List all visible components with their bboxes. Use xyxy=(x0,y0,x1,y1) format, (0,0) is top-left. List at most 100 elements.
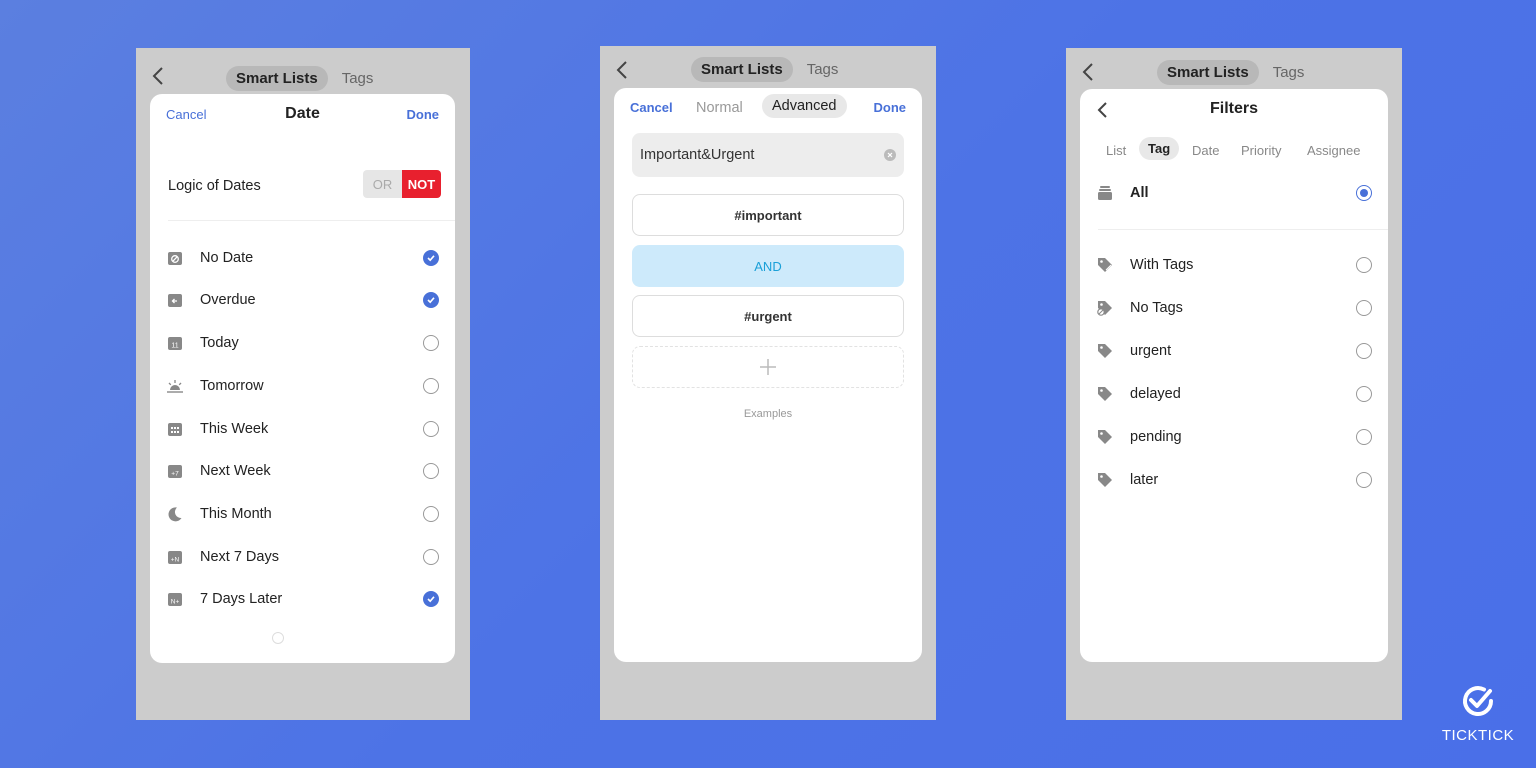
examples-link[interactable]: Examples xyxy=(614,408,922,420)
condition-important[interactable]: #important xyxy=(632,194,904,236)
list-item[interactable]: later xyxy=(1096,465,1372,495)
radio-unchecked[interactable] xyxy=(1356,472,1372,488)
top-nav: Smart Lists Tags xyxy=(600,46,936,94)
checked-icon[interactable] xyxy=(423,250,439,266)
list-item-label: All xyxy=(1130,185,1149,201)
no-tag-icon xyxy=(1096,299,1114,317)
back-chevron-icon[interactable] xyxy=(1080,62,1096,82)
name-input-value: Important&Urgent xyxy=(640,147,755,163)
list-item-all[interactable]: All xyxy=(1096,178,1372,208)
list-item[interactable]: +N Next 7 Days xyxy=(166,542,439,572)
tab-smart-lists[interactable]: Smart Lists xyxy=(691,57,793,82)
list-item[interactable]: No Tags xyxy=(1096,293,1372,323)
calendar-plus7-icon: +7 xyxy=(166,462,184,480)
condition-urgent[interactable]: #urgent xyxy=(632,295,904,337)
radio-unchecked[interactable] xyxy=(1356,429,1372,445)
list-item[interactable]: Overdue xyxy=(166,285,439,315)
radio-unchecked[interactable] xyxy=(423,421,439,437)
add-condition-button[interactable] xyxy=(632,346,904,388)
svg-text:+N: +N xyxy=(171,557,180,564)
radio-checked[interactable] xyxy=(1356,185,1372,201)
list-item-label: Next 7 Days xyxy=(200,549,279,565)
tab-list[interactable]: List xyxy=(1106,143,1126,158)
list-item-label: Next Week xyxy=(200,463,271,479)
tag-icon xyxy=(1096,385,1114,403)
logic-toggle[interactable]: OR NOT xyxy=(363,170,441,198)
ticktick-check-icon xyxy=(1463,686,1493,717)
name-input[interactable]: Important&Urgent xyxy=(632,133,904,177)
calendar-11-icon: 11 xyxy=(166,334,184,352)
radio-unchecked[interactable] xyxy=(423,549,439,565)
brand-name: TICKTICK xyxy=(1441,727,1515,744)
toggle-or[interactable]: OR xyxy=(363,170,402,198)
tab-advanced[interactable]: Advanced xyxy=(762,94,847,118)
tab-tag[interactable]: Tag xyxy=(1139,137,1180,160)
ticktick-logo: TICKTICK xyxy=(1436,680,1520,750)
list-item[interactable]: pending xyxy=(1096,422,1372,452)
tab-assignee[interactable]: Assignee xyxy=(1307,143,1360,158)
done-button[interactable]: Done xyxy=(407,107,440,122)
plus-icon xyxy=(760,359,776,375)
tab-smart-lists[interactable]: Smart Lists xyxy=(226,66,328,91)
back-chevron-icon[interactable] xyxy=(150,66,166,86)
radio-unchecked[interactable] xyxy=(1356,386,1372,402)
list-item[interactable]: This Week xyxy=(166,414,439,444)
toggle-not[interactable]: NOT xyxy=(402,170,441,198)
list-item[interactable]: N+ 7 Days Later xyxy=(166,584,439,614)
moon-icon xyxy=(166,505,184,523)
svg-text:N+: N+ xyxy=(171,599,180,606)
sheet-title: Filters xyxy=(1209,100,1258,117)
list-item-label: This Week xyxy=(200,421,269,437)
radio-unchecked[interactable] xyxy=(1356,300,1372,316)
list-item[interactable]: urgent xyxy=(1096,336,1372,366)
logic-label: Logic of Dates xyxy=(168,178,261,194)
operator-and[interactable]: AND xyxy=(632,245,904,287)
tab-smart-lists[interactable]: Smart Lists xyxy=(1157,60,1259,85)
svg-text:+7: +7 xyxy=(171,471,179,478)
list-item-label: urgent xyxy=(1130,343,1172,359)
tab-normal[interactable]: Normal xyxy=(696,100,743,116)
tab-priority[interactable]: Priority xyxy=(1241,143,1281,158)
calendar-plusN-icon: +N xyxy=(166,548,184,566)
list-item[interactable]: delayed xyxy=(1096,379,1372,409)
advanced-sheet: Cancel Normal Advanced Done Important&Ur… xyxy=(614,88,922,662)
calendar-slash-icon xyxy=(166,249,184,267)
list-item[interactable]: 11 Today xyxy=(166,328,439,358)
tab-tags[interactable]: Tags xyxy=(342,70,374,87)
checked-icon[interactable] xyxy=(423,292,439,308)
clear-icon[interactable] xyxy=(884,149,896,161)
done-button[interactable]: Done xyxy=(874,100,907,115)
checked-icon[interactable] xyxy=(423,591,439,607)
calendar-arrow-icon xyxy=(166,291,184,309)
tab-date[interactable]: Date xyxy=(1192,143,1219,158)
phone-advanced-filter: Smart Lists Tags Cancel Normal Advanced … xyxy=(600,46,936,720)
list-item[interactable]: With Tags xyxy=(1096,250,1372,280)
divider xyxy=(1098,229,1388,230)
list-item-label: Overdue xyxy=(200,292,256,308)
list-item-label: delayed xyxy=(1130,386,1181,402)
list-item-label: later xyxy=(1130,472,1159,488)
list-item[interactable]: Tomorrow xyxy=(166,371,439,401)
back-chevron-icon[interactable] xyxy=(614,60,630,80)
divider xyxy=(168,220,455,221)
list-item-label: No Date xyxy=(200,250,254,266)
tab-tags[interactable]: Tags xyxy=(807,61,839,78)
tab-tags[interactable]: Tags xyxy=(1273,64,1305,81)
radio-unchecked[interactable] xyxy=(1356,257,1372,273)
filters-sheet: Filters List Tag Date Priority Assignee … xyxy=(1080,89,1388,662)
sunrise-icon xyxy=(166,377,184,395)
cancel-button[interactable]: Cancel xyxy=(630,100,673,115)
calendar-grid-icon xyxy=(166,420,184,438)
radio-unchecked[interactable] xyxy=(423,378,439,394)
tag-icon xyxy=(1096,342,1114,360)
list-item-label: Today xyxy=(200,335,239,351)
radio-unchecked[interactable] xyxy=(423,463,439,479)
list-item[interactable]: +7 Next Week xyxy=(166,456,439,486)
radio-unchecked[interactable] xyxy=(423,506,439,522)
list-item[interactable]: This Month xyxy=(166,499,439,529)
list-item[interactable]: No Date xyxy=(166,243,439,273)
radio-unchecked[interactable] xyxy=(423,335,439,351)
radio-unchecked[interactable] xyxy=(1356,343,1372,359)
scroll-indicator-icon xyxy=(272,632,284,644)
tag-icon xyxy=(1096,471,1114,489)
